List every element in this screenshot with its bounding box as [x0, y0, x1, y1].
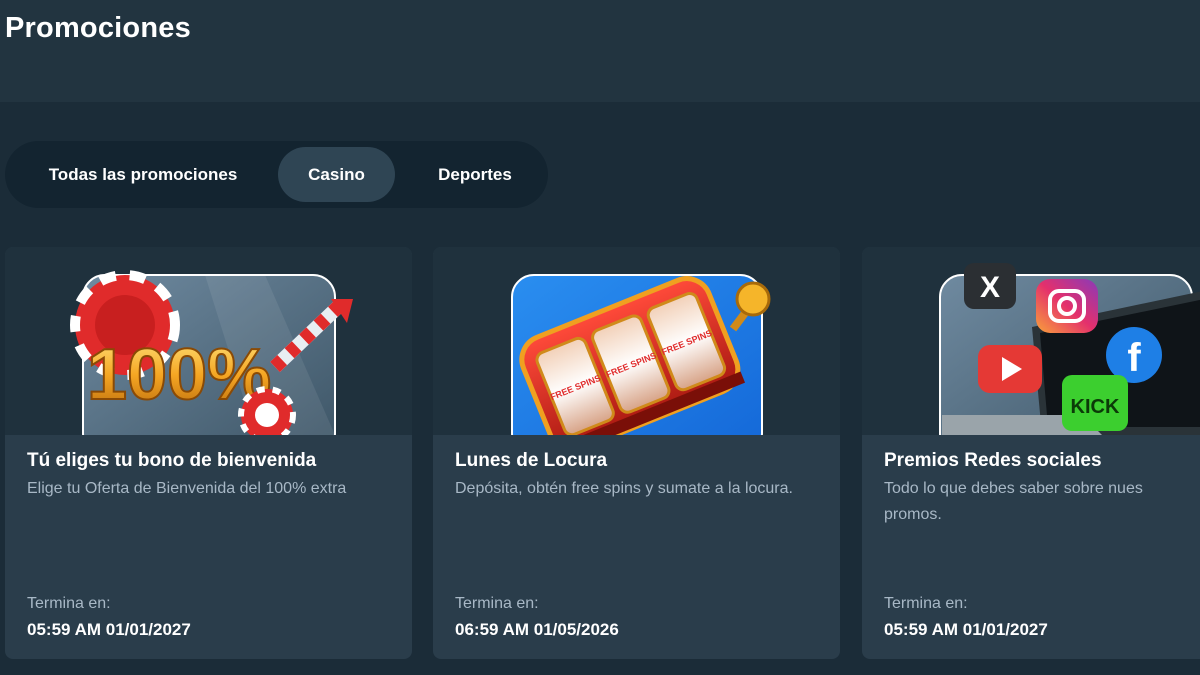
page-header: Promociones — [0, 0, 1200, 102]
bonus-100-percent-icon: 100% — [70, 270, 353, 435]
promo-ends-value: 06:59 AM 01/05/2026 — [455, 620, 619, 639]
svg-text:f: f — [1127, 336, 1141, 380]
svg-text:100%: 100% — [87, 335, 271, 415]
promo-ends-label: Termina en: — [27, 595, 111, 612]
svg-text:X: X — [980, 271, 1000, 304]
tab-casino[interactable]: Casino — [278, 147, 395, 202]
promo-description: Depósita, obtén free spins y sumate a la… — [455, 480, 793, 497]
promo-image-welcome-bonus: 100% — [5, 247, 412, 435]
promo-image-redes-sociales: X f KICK — [862, 247, 1200, 435]
promo-title: Premios Redes sociales — [884, 450, 1102, 471]
slot-machine-icon: FREE SPINS FREE SPINS FREE SPINS — [511, 274, 771, 435]
promo-description-line: Todo lo que debes saber sobre nues — [884, 480, 1143, 497]
promo-title: Tú eliges tu bono de bienvenida — [27, 450, 317, 471]
promo-title: Lunes de Locura — [455, 450, 608, 471]
promo-image-lunes-de-locura: FREE SPINS FREE SPINS FREE SPINS — [433, 247, 840, 435]
promo-description: Elige tu Oferta de Bienvenida del 100% e… — [27, 480, 347, 497]
promo-card-lunes-de-locura[interactable]: FREE SPINS FREE SPINS FREE SPINS Lunes d… — [433, 247, 840, 659]
promo-ends-label: Termina en: — [455, 595, 539, 612]
promo-ends-value: 05:59 AM 01/01/2027 — [884, 620, 1048, 639]
svg-text:KICK: KICK — [1071, 396, 1120, 418]
promo-description: Todo lo que debes saber sobre nues promo… — [884, 476, 1200, 528]
tab-all-promotions[interactable]: Todas las promociones — [23, 147, 263, 202]
social-media-icon: X f KICK — [939, 263, 1200, 435]
tab-sports[interactable]: Deportes — [410, 147, 540, 202]
promo-card-welcome-bonus[interactable]: 100% Tú eliges tu bono de bienvenida Eli… — [5, 247, 412, 659]
promo-card-redes-sociales[interactable]: X f KICK Premios Redes sociales Todo lo … — [862, 247, 1200, 659]
promo-tabs: Todas las promociones Casino Deportes — [5, 141, 548, 208]
promo-description-line: promos. — [884, 506, 942, 523]
page-title: Promociones — [5, 12, 191, 44]
promo-ends-value: 05:59 AM 01/01/2027 — [27, 620, 191, 639]
promo-ends-label: Termina en: — [884, 595, 968, 612]
